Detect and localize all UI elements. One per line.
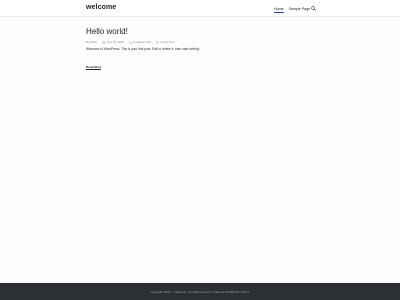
post-title-link[interactable]: Hello world! <box>86 27 316 36</box>
nav-item-home[interactable]: Home <box>274 7 284 13</box>
meta-author[interactable]: By Rakib <box>86 40 97 44</box>
main-content: Hello world! By Rakib June 20, 2022 Unca… <box>86 27 316 73</box>
meta-date-text: June 20, 2022 <box>106 40 124 44</box>
search-icon <box>311 6 316 11</box>
meta-author-text: By Rakib <box>86 40 98 44</box>
page: welcome Home Sample Page Hello world! By… <box>0 0 400 300</box>
calendar-icon <box>102 40 106 44</box>
site-title-link[interactable]: welcome <box>86 4 116 12</box>
post-article: Hello world! By Rakib June 20, 2022 Unca… <box>86 27 316 73</box>
meta-date: June 20, 2022 <box>102 40 124 44</box>
meta-comments[interactable]: 1 Comment <box>156 40 174 44</box>
meta-comments-text: 1 Comment <box>159 40 175 44</box>
footer-copyright: Copyright 2022 — welcome . All rights re… <box>150 290 250 294</box>
folder-icon <box>129 41 132 44</box>
site-header: welcome Home Sample Page <box>0 0 400 17</box>
post-excerpt: Welcome to WordPress. This is your first… <box>86 47 200 51</box>
comment-icon <box>156 40 159 44</box>
read-more-link[interactable]: Read More <box>86 65 102 70</box>
nav-item-sample-page[interactable]: Sample Page <box>289 7 311 12</box>
meta-category-text: Uncategorized <box>132 40 151 44</box>
search-button[interactable] <box>311 6 316 11</box>
meta-category[interactable]: Uncategorized <box>129 40 151 44</box>
post-meta: By Rakib June 20, 2022 Uncategorized 1 C… <box>86 40 316 44</box>
primary-nav: Home Sample Page <box>274 6 315 13</box>
site-footer: Copyright 2022 — welcome . All rights re… <box>0 283 400 300</box>
